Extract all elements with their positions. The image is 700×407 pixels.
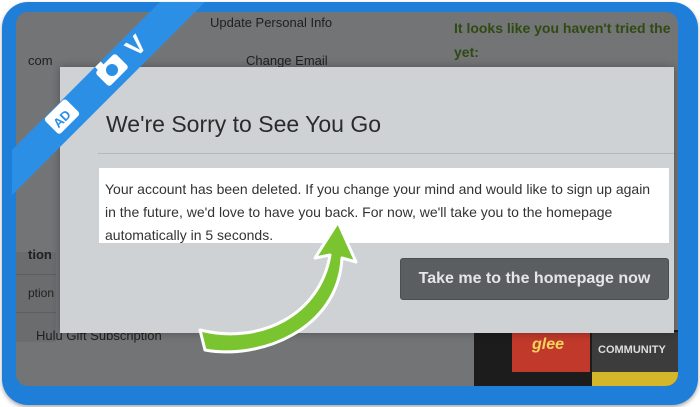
brand-ribbon: AD V: [12, 2, 205, 195]
